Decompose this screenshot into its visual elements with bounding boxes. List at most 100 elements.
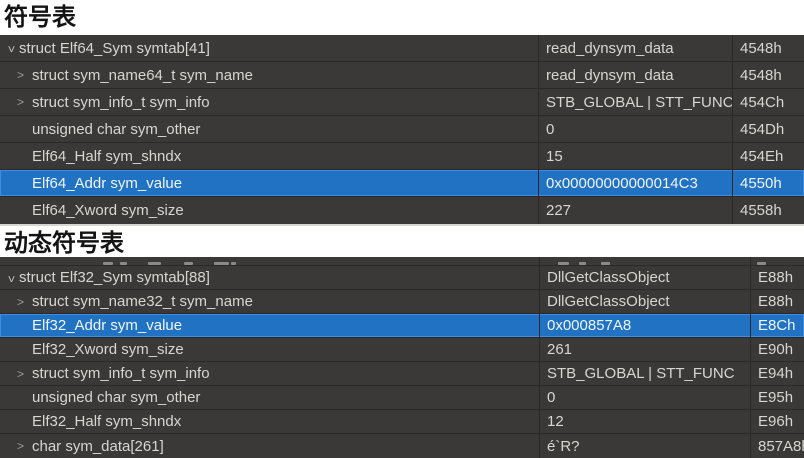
field-value: STB_GLOBAL | STT_FUNC: [539, 362, 750, 385]
field-name: Elf64_Addr sym_value: [0, 170, 538, 196]
field-value-text: DllGetClassObject: [547, 293, 670, 310]
field-name-text: struct sym_info_t sym_info: [32, 94, 210, 111]
field-value: read_dynsym_data: [538, 62, 732, 88]
tree-row[interactable]: Elf32_Xword sym_size 261 E90h: [0, 338, 804, 362]
field-value: 0: [538, 116, 732, 142]
field-name: >struct sym_info_t sym_info: [0, 362, 539, 385]
field-address-text: E88h: [758, 293, 793, 310]
field-name-text: Elf64_Xword sym_size: [32, 202, 184, 219]
tree-row[interactable]: Elf32_Half sym_shndx 12 E96h: [0, 410, 804, 434]
field-name: >char sym_data[261]: [0, 434, 539, 458]
tree-row[interactable]: >struct sym_info_t sym_info STB_GLOBAL | …: [0, 89, 804, 116]
field-address: 4548h: [732, 62, 804, 88]
field-address: 454Eh: [732, 143, 804, 169]
field-address: E94h: [750, 362, 804, 385]
field-address: 454Ch: [732, 89, 804, 115]
tree-row[interactable]: >struct Elf32_Sym symtab[88] DllGetClassO…: [0, 266, 804, 290]
field-name-text: struct sym_name32_t sym_name: [32, 293, 253, 310]
field-name-text: struct sym_info_t sym_info: [32, 365, 210, 382]
glyph-fragment: [558, 262, 569, 265]
field-value: 0x00000000000014C3: [538, 170, 732, 196]
field-name: >struct sym_name64_t sym_name: [0, 62, 538, 88]
field-value-text: read_dynsym_data: [546, 40, 674, 57]
field-address-text: 454Ch: [740, 94, 784, 111]
field-value-text: STB_GLOBAL | STT_FUNC: [547, 365, 735, 382]
chevron-right-icon[interactable]: >: [17, 96, 32, 108]
field-value-text: STB_GLOBAL | STT_FUNC: [546, 94, 732, 111]
glyph-fragment: [757, 262, 766, 265]
field-address-text: 857A8h: [758, 438, 804, 455]
field-name: Elf32_Xword sym_size: [0, 338, 539, 361]
field-address-text: E94h: [758, 365, 793, 382]
field-address-text: E96h: [758, 413, 793, 430]
field-address-text: E90h: [758, 341, 793, 358]
field-name: Elf32_Addr sym_value: [0, 314, 539, 337]
field-name-text: Elf64_Half sym_shndx: [32, 148, 181, 165]
tree-row[interactable]: >struct Elf64_Sym symtab[41]read_dynsym_…: [0, 35, 804, 62]
field-name: Elf32_Half sym_shndx: [0, 410, 539, 433]
field-address-text: E8Ch: [758, 317, 796, 334]
tree-row[interactable]: Elf64_Xword sym_size 227 4558h: [0, 197, 804, 224]
tree-row[interactable]: unsigned char sym_other0454Dh: [0, 116, 804, 143]
clipped-name-cell: [0, 257, 539, 265]
field-name-text: unsigned char sym_other: [32, 121, 200, 138]
field-name-text: Elf32_Xword sym_size: [32, 341, 184, 358]
field-address: 4548h: [732, 35, 804, 61]
glyph-fragment: [184, 262, 193, 265]
field-value-text: 0: [546, 121, 554, 138]
clipped-row-remnant: [0, 257, 804, 266]
tree-row[interactable]: >struct sym_name64_t sym_nameread_dynsym…: [0, 62, 804, 89]
tree-row[interactable]: >char sym_data[261] é`R? 857A8h: [0, 434, 804, 458]
field-address: E88h: [750, 290, 804, 313]
field-address: E90h: [750, 338, 804, 361]
field-address-text: 4558h: [740, 202, 782, 219]
field-address: 857A8h: [750, 434, 804, 458]
tree-row[interactable]: >struct sym_info_t sym_info STB_GLOBAL | …: [0, 362, 804, 386]
chevron-down-icon[interactable]: >: [6, 271, 18, 286]
chevron-right-icon[interactable]: >: [17, 296, 32, 308]
field-address: E96h: [750, 410, 804, 433]
tree-row[interactable]: >struct sym_name32_t sym_name DllGetClass…: [0, 290, 804, 314]
chevron-right-icon[interactable]: >: [17, 368, 32, 380]
field-value-text: 261: [547, 341, 572, 358]
symbol-table-tree: >struct Elf64_Sym symtab[41]read_dynsym_…: [0, 35, 804, 226]
glyph-fragment: [231, 262, 236, 265]
tree-row[interactable]: Elf64_Addr sym_value 0x00000000000014C3 45…: [0, 170, 804, 197]
field-value-text: 12: [547, 413, 564, 430]
glyph-fragment: [579, 262, 586, 265]
field-address-text: E88h: [758, 269, 793, 286]
glyph-fragment: [120, 262, 127, 265]
field-name: Elf64_Xword sym_size: [0, 197, 538, 224]
field-value-text: 0x000857A8: [547, 317, 631, 334]
glyph-fragment: [103, 262, 113, 265]
field-address: 4558h: [732, 197, 804, 224]
field-value-text: 15: [546, 148, 563, 165]
tree-row[interactable]: Elf32_Addr sym_value 0x000857A8 E8Ch: [0, 314, 804, 338]
tree-row[interactable]: Elf64_Half sym_shndx 15 454Eh: [0, 143, 804, 170]
field-address: 4550h: [732, 170, 804, 196]
field-name: unsigned char sym_other: [0, 116, 538, 142]
chevron-right-icon[interactable]: >: [17, 69, 32, 81]
field-address-text: 454Eh: [740, 148, 783, 165]
section-title-dynamic-symbol-table: 动态符号表: [4, 228, 124, 257]
field-value-text: 0x00000000000014C3: [546, 175, 698, 192]
field-address-text: E95h: [758, 389, 793, 406]
dynamic-symbol-table-tree: >struct Elf32_Sym symtab[88] DllGetClassO…: [0, 257, 804, 458]
field-value: 0x000857A8: [539, 314, 750, 337]
field-address: E95h: [750, 386, 804, 409]
tree-row[interactable]: unsigned char sym_other0E95h: [0, 386, 804, 410]
field-value-text: DllGetClassObject: [547, 269, 670, 286]
field-value-text: é`R?: [547, 438, 580, 455]
field-name: >struct Elf32_Sym symtab[88]: [0, 266, 539, 289]
field-address: E88h: [750, 266, 804, 289]
field-name: >struct sym_name32_t sym_name: [0, 290, 539, 313]
field-value: DllGetClassObject: [539, 290, 750, 313]
field-value: é`R?: [539, 434, 750, 458]
field-value: STB_GLOBAL | STT_FUNC: [538, 89, 732, 115]
field-value-text: 227: [546, 202, 571, 219]
field-value: 0: [539, 386, 750, 409]
section-title-symbol-table: 符号表: [4, 0, 76, 35]
chevron-right-icon[interactable]: >: [17, 440, 32, 452]
chevron-down-icon[interactable]: >: [6, 42, 18, 57]
field-name: >struct sym_info_t sym_info: [0, 89, 538, 115]
